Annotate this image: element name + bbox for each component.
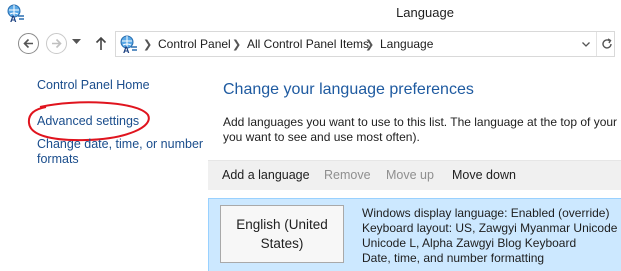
forward-button[interactable] (46, 33, 67, 54)
language-detail-line: Windows display language: Enabled (overr… (362, 206, 610, 220)
language-name-line: States) (260, 236, 304, 251)
language-globe-icon: A (120, 35, 137, 54)
sidebar-item-control-panel-home[interactable]: Control Panel Home (37, 78, 150, 93)
description-line: Add languages you want to use to this li… (223, 115, 621, 129)
up-arrow-icon[interactable] (95, 36, 107, 50)
address-bar[interactable]: A ❯ Control Panel ❯ All Control Panel It… (115, 31, 615, 57)
language-detail-line: Unicode L, Alpha Zawgyi Blog Keyboard (362, 236, 577, 250)
arrow-right-icon (52, 38, 62, 49)
description-line: you want to see and use most often). (223, 130, 420, 144)
recent-locations-chevron-icon[interactable] (72, 39, 81, 45)
add-language-button[interactable]: Add a language (222, 168, 310, 182)
breadcrumb-all-items[interactable]: All Control Panel Items (247, 37, 369, 51)
navigation-bar: A ❯ Control Panel ❯ All Control Panel It… (0, 29, 621, 59)
breadcrumb-control-panel[interactable]: Control Panel (158, 37, 231, 51)
move-up-button[interactable]: Move up (386, 168, 434, 182)
move-down-button[interactable]: Move down (452, 168, 516, 182)
refresh-button[interactable] (596, 32, 616, 56)
language-detail-line: Keyboard layout: US, Zawgyi Myanmar Unic… (362, 221, 621, 235)
page-description: Add languages you want to use to this li… (223, 115, 621, 145)
language-name-box: English (United States) (220, 205, 344, 263)
back-button[interactable] (18, 33, 39, 54)
address-dropdown-button[interactable] (576, 32, 596, 56)
language-detail-line: Date, time, and number formatting (362, 251, 545, 265)
refresh-icon (601, 38, 612, 49)
sidebar-item-label: Change date, time, or number (37, 137, 204, 151)
remove-button[interactable]: Remove (324, 168, 371, 182)
arrow-left-icon (23, 38, 33, 49)
title-bar: A Language (0, 0, 621, 26)
breadcrumb-language[interactable]: Language (380, 37, 433, 51)
sidebar-item-change-date-formats[interactable]: Change date, time, or number formats (37, 137, 203, 167)
breadcrumb-separator-icon[interactable]: ❯ (365, 38, 374, 51)
sidebar-item-label: formats (37, 152, 79, 166)
window-title: Language (396, 5, 454, 20)
breadcrumb-separator-icon[interactable]: ❯ (232, 38, 241, 51)
language-name-line: English (United (236, 217, 328, 232)
chevron-down-icon (582, 41, 590, 47)
language-list-item[interactable]: English (United States) Windows display … (208, 198, 621, 271)
svg-text:A: A (123, 45, 130, 54)
breadcrumb-separator-icon[interactable]: ❯ (143, 38, 152, 51)
language-details: Windows display language: Enabled (overr… (362, 206, 621, 266)
language-toolbar: Add a language Remove Move up Move down (208, 160, 621, 190)
page-title: Change your language preferences (223, 81, 474, 98)
